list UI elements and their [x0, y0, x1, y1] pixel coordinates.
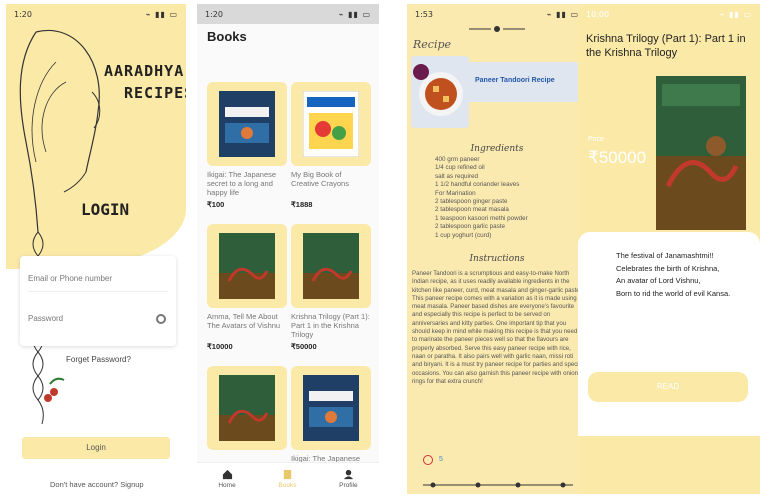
- nav-books[interactable]: Books: [278, 469, 296, 489]
- dish-name: Paneer Tandoori Recipe: [467, 62, 579, 102]
- ingredient-item: 2 tablespoon meat masala: [435, 206, 509, 214]
- book-card[interactable]: [207, 366, 287, 450]
- ingredients-list: 400 grm paneer 1/4 cup refined oil salt …: [435, 156, 528, 240]
- ingredient-item: salt as required: [435, 172, 479, 180]
- forgot-password-link[interactable]: Forget Password?: [66, 355, 131, 364]
- book-price: ₹1888: [291, 200, 313, 209]
- recipe-screen: 1:53 ⌁ ▮▮ ▭ Recipe Paneer Tandoori Recip…: [407, 4, 587, 494]
- crayons-cover-icon: [303, 91, 359, 157]
- ingredient-item: 2 tablespoon garlic paste: [435, 223, 506, 231]
- ikigai-cover-icon: [219, 91, 275, 157]
- book-price: ₹50000: [291, 342, 317, 351]
- ingredient-item: 1 teaspoon kasoori methi powder: [435, 214, 528, 222]
- bottom-band: [578, 436, 760, 494]
- description-line: The festival of Janamashtmi!!: [616, 251, 714, 260]
- profile-icon: [343, 469, 353, 479]
- book-title: Amma, Tell Me About The Avatars of Vishn…: [207, 312, 281, 330]
- book-detail-title: Krishna Trilogy (Part 1): Part 1 in the …: [586, 33, 746, 59]
- login-card: Email or Phone number Password: [20, 256, 176, 346]
- ornament-divider-icon: [469, 26, 525, 32]
- page-title: Books: [207, 29, 247, 44]
- login-button[interactable]: Login: [22, 437, 170, 459]
- book-title: Krishna Trilogy (Part 1): Part 1 in the …: [291, 312, 370, 339]
- brand-name-line2: RECIPES: [124, 84, 186, 102]
- nav-label: Home: [218, 481, 236, 489]
- book-card[interactable]: Ikigai: The Japanese secret to a long an…: [207, 82, 287, 209]
- book-cover-frame: [207, 366, 287, 450]
- book-card[interactable]: Amma, Tell Me About The Avatars of Vishn…: [207, 224, 287, 351]
- books-screen: 1:20 ⌁ ▮▮ ▭ Books Ikigai: The Japanese s…: [197, 4, 379, 494]
- ikigai-cover-icon: [303, 375, 359, 441]
- book-cover-frame: [207, 82, 287, 166]
- ingredient-item: 400 grm paneer: [435, 156, 480, 163]
- recipe-header: Recipe: [413, 38, 452, 51]
- status-icons: ⌁ ▮▮ ▭: [719, 10, 752, 19]
- krishna-cover-icon: [219, 375, 275, 441]
- ingredient-item: For Marination: [435, 189, 476, 197]
- login-screen: 1:20 ⌁ ▮▮ ▭ AARADHYA RECIPES LOGIN Email…: [6, 4, 186, 494]
- eye-icon[interactable]: [156, 314, 166, 324]
- status-bar: 1:20 ⌁ ▮▮ ▭: [6, 4, 186, 24]
- ingredient-item: 2 tablespoon ginger paste: [435, 198, 508, 206]
- status-icons: ⌁ ▮▮ ▭: [546, 10, 579, 19]
- ingredients-title: Ingredients: [470, 144, 524, 154]
- girl-illustration-icon: [19, 29, 101, 425]
- book-price: ₹50000: [588, 148, 647, 167]
- home-icon: [222, 469, 232, 479]
- book-cover-frame: [291, 82, 371, 166]
- description-line: An avatar of Lord Vishnu,: [616, 276, 701, 285]
- screenshot-canvas: 1:20 ⌁ ▮▮ ▭ AARADHYA RECIPES LOGIN Email…: [0, 0, 770, 498]
- status-bar: 1:20 ⌁ ▮▮ ▭: [197, 4, 379, 24]
- status-icons: ⌁ ▮▮ ▭: [145, 10, 178, 19]
- status-time: 1:20: [205, 10, 223, 19]
- description-line: Born to rid the world of evil Kansa.: [616, 288, 731, 298]
- price-label: Price: [588, 136, 604, 143]
- status-time: 10:00: [586, 10, 610, 19]
- book-cover-frame: [291, 366, 371, 450]
- login-title: LOGIN: [81, 200, 130, 219]
- email-field[interactable]: Email or Phone number: [28, 266, 168, 292]
- signup-link[interactable]: Don't have account? Signup: [50, 480, 144, 489]
- password-field[interactable]: Password: [28, 306, 168, 332]
- ingredient-item: 1/4 cup refined oil: [435, 164, 485, 172]
- krishna-cover-icon: [303, 233, 359, 299]
- book-card[interactable]: My Big Book of Creative Crayons ₹1888: [291, 82, 371, 209]
- status-icons: ⌁ ▮▮ ▭: [338, 10, 371, 19]
- book-card[interactable]: Krishna Trilogy (Part 1): Part 1 in the …: [291, 224, 371, 351]
- brand-name-line1: AARADHYA: [104, 62, 185, 80]
- ornament-footer-icon: [423, 482, 573, 488]
- instructions-title: Instructions: [469, 254, 525, 264]
- status-time: 1:53: [415, 10, 433, 19]
- read-button[interactable]: READ: [588, 372, 748, 402]
- dish-photo-icon: [411, 56, 469, 128]
- book-detail-screen: 10:00 ⌁ ▮▮ ▭ Krishna Trilogy (Part 1): P…: [578, 4, 760, 494]
- nav-label: Books: [278, 481, 297, 489]
- description-line: Celebrates the birth of Krishna,: [616, 263, 720, 273]
- status-bar: 10:00 ⌁ ▮▮ ▭: [578, 4, 760, 24]
- krishna-cover-icon: [219, 233, 275, 299]
- ingredient-item: 1 cup yoghurt (curd): [435, 231, 492, 239]
- status-bar: 1:53 ⌁ ▮▮ ▭: [407, 4, 587, 24]
- krishna-cover-icon: [656, 76, 746, 230]
- ingredient-item: 1 1/2 handful coriander leaves: [435, 181, 520, 189]
- book-icon: [283, 469, 292, 479]
- book-cover-frame: [291, 224, 371, 308]
- bottom-nav: Home Books Profile: [197, 462, 379, 494]
- book-price: ₹100: [207, 200, 225, 209]
- instructions-text: Paneer Tandoori is a scrumptious and eas…: [412, 270, 584, 385]
- book-description: The festival of Janamashtmi!! Celebrates…: [616, 250, 730, 300]
- book-price: ₹10000: [207, 342, 233, 351]
- like-count: 5: [439, 456, 443, 463]
- book-title: My Big Book of Creative Crayons: [291, 170, 349, 188]
- nav-label: Profile: [339, 481, 358, 489]
- nav-home[interactable]: Home: [218, 469, 236, 489]
- book-title: Ikigai: The Japanese secret to a long an…: [207, 170, 277, 197]
- nav-profile[interactable]: Profile: [339, 469, 358, 489]
- heart-icon[interactable]: [423, 455, 433, 465]
- book-cover-frame: [207, 224, 287, 308]
